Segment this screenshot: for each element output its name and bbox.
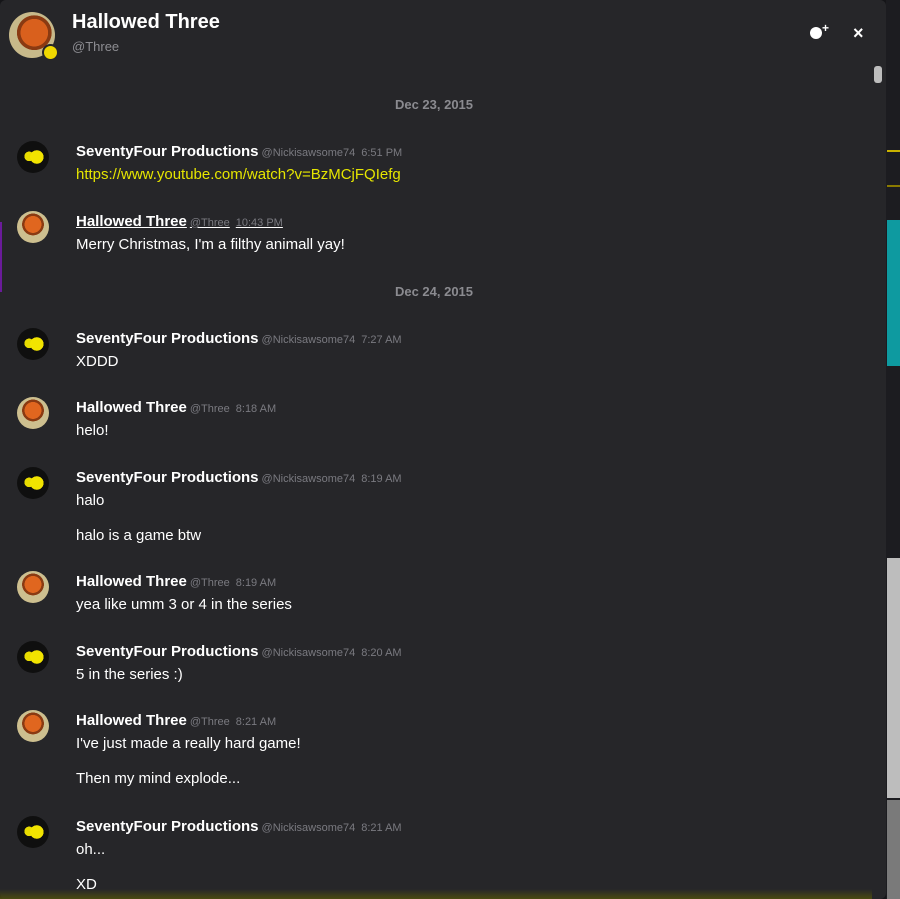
dm-title: Hallowed Three <box>72 11 220 33</box>
message-author[interactable]: SeventyFour Productions @Nickisawsome74 8:… <box>76 643 402 660</box>
avatar[interactable] <box>17 816 49 848</box>
scrollbar[interactable] <box>874 66 882 896</box>
date-divider: Dec 23, 2015 <box>394 97 474 112</box>
left-accent-bar <box>0 222 2 292</box>
background-divider <box>887 150 900 152</box>
message-author[interactable]: SeventyFour Productions @Nickisawsome74 6:… <box>76 143 402 160</box>
dm-handle: @Three <box>72 39 120 54</box>
status-indicator <box>42 44 59 61</box>
message-author[interactable]: SeventyFour Productions @Nickisawsome74 8:… <box>76 469 402 486</box>
message-author[interactable]: Hallowed Three @Three 8:19 AM <box>76 573 276 590</box>
avatar[interactable] <box>17 328 49 360</box>
date-divider: Dec 24, 2015 <box>394 284 474 299</box>
avatar[interactable] <box>17 571 49 603</box>
message-text: oh... <box>76 841 106 858</box>
bottom-glow <box>0 889 872 899</box>
scroll-thumb[interactable] <box>874 66 882 83</box>
message-author[interactable]: Hallowed Three @Three 10:43 PM <box>76 213 283 230</box>
message-text: helo! <box>76 422 109 439</box>
message-author[interactable]: Hallowed Three @Three 8:21 AM <box>76 712 276 729</box>
background-app-dark-panel <box>887 800 900 899</box>
background-app-gray-panel <box>887 558 900 798</box>
message-text: Merry Christmas, I'm a filthy animall ya… <box>76 236 345 253</box>
avatar[interactable] <box>17 641 49 673</box>
message-text: 5 in the series :) <box>76 666 183 683</box>
message-author[interactable]: Hallowed Three @Three 8:18 AM <box>76 399 276 416</box>
dm-window: Hallowed Three @Three + × Dec 23, 2015 S… <box>0 0 886 899</box>
add-friend-icon[interactable]: + <box>808 21 830 44</box>
message-link[interactable]: https://www.youtube.com/watch?v=BzMCjFQI… <box>76 166 401 183</box>
avatar[interactable] <box>17 141 49 173</box>
background-app-teal-panel <box>887 220 900 366</box>
message-text: yea like umm 3 or 4 in the series <box>76 596 292 613</box>
background-divider <box>887 185 900 187</box>
message-text: XDDD <box>76 353 119 370</box>
message-text: halo is a game btw <box>76 527 202 544</box>
message-text: I've just made a really hard game! <box>76 735 301 752</box>
avatar[interactable] <box>17 467 49 499</box>
close-icon[interactable]: × <box>853 23 864 44</box>
message-author[interactable]: SeventyFour Productions @Nickisawsome74 8:… <box>76 818 402 835</box>
message-text: Then my mind explode... <box>76 770 241 787</box>
avatar[interactable] <box>17 710 49 742</box>
avatar[interactable] <box>17 211 49 243</box>
message-text: halo <box>76 492 105 509</box>
dm-header: Hallowed Three @Three + × <box>0 0 886 66</box>
message-author[interactable]: SeventyFour Productions @Nickisawsome74 7:… <box>76 330 402 347</box>
avatar[interactable] <box>17 397 49 429</box>
